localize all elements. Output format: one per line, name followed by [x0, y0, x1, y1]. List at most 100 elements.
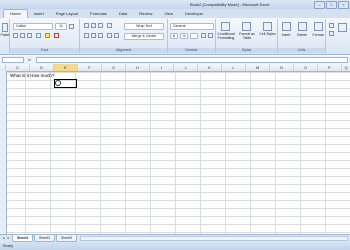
tab-insert[interactable]: Insert: [28, 10, 50, 18]
horizontal-scrollbar[interactable]: [80, 236, 348, 241]
sort-filter-icon[interactable]: [338, 23, 347, 32]
comma-button[interactable]: ,: [190, 33, 198, 39]
font-name-select[interactable]: Calibri: [13, 23, 53, 30]
borders-icon[interactable]: [36, 33, 41, 38]
name-box[interactable]: [2, 57, 24, 63]
column-header-h[interactable]: H: [126, 64, 150, 71]
format-cells-label[interactable]: Format: [310, 33, 326, 37]
font-group: Calibri 11 Font: [10, 19, 80, 53]
delete-cells-label[interactable]: Delete: [294, 33, 310, 37]
column-header-k[interactable]: K: [198, 64, 222, 71]
clipboard-group: Paste: [0, 19, 10, 53]
grow-font-icon[interactable]: [69, 24, 74, 29]
alignment-group-label: Alignment: [80, 48, 167, 53]
formula-input[interactable]: [36, 57, 348, 63]
column-header-o[interactable]: O: [294, 64, 318, 71]
align-bottom-icon[interactable]: [98, 23, 103, 28]
cell-styles-icon[interactable]: [263, 22, 272, 31]
underline-icon[interactable]: [27, 33, 32, 38]
worksheet-grid[interactable]: [0, 64, 350, 234]
merge-center-button[interactable]: Merge & Center: [124, 33, 164, 40]
column-headers: C D E F G H I J K L M N O P Q: [0, 64, 350, 72]
styles-group-label: Styles: [216, 48, 277, 53]
editing-group: [326, 19, 350, 53]
alignment-group: Wrap Text Merge & Center Alignment: [80, 19, 168, 53]
cell-c2[interactable]: What is it How much?: [10, 73, 54, 78]
column-header-g[interactable]: G: [102, 64, 126, 71]
cell-styles-label[interactable]: Cell Styles: [258, 32, 277, 36]
font-group-label: Font: [10, 48, 79, 53]
font-size-select[interactable]: 11: [55, 23, 67, 30]
cells-group-label: Cells: [278, 48, 325, 53]
next-sheet-icon[interactable]: ▸: [6, 236, 11, 241]
ribbon-tabs: Home Insert Page Layout Formulas Data Re…: [0, 9, 350, 18]
align-center-icon[interactable]: [91, 33, 96, 38]
conditional-formatting-label[interactable]: Conditional Formatting: [216, 32, 236, 40]
tab-view[interactable]: View: [158, 10, 179, 18]
close-button[interactable]: ×: [338, 1, 349, 9]
sheet-tab-1[interactable]: Sheet1: [12, 235, 34, 242]
fx-icon[interactable]: fx: [28, 57, 31, 62]
column-header-f[interactable]: F: [78, 64, 102, 71]
format-cells-icon[interactable]: [314, 22, 323, 31]
currency-button[interactable]: $: [170, 33, 178, 39]
column-header-c[interactable]: C: [6, 64, 30, 71]
column-header-n[interactable]: N: [270, 64, 294, 71]
increase-decimal-icon[interactable]: [201, 33, 206, 38]
sheet-tab-2[interactable]: Sheet2: [34, 235, 56, 242]
tab-page-layout[interactable]: Page Layout: [50, 10, 84, 18]
italic-icon[interactable]: [20, 33, 25, 38]
autosum-icon[interactable]: [329, 23, 334, 28]
font-color-icon[interactable]: [54, 33, 59, 38]
ribbon: Paste Calibri 11 Font Wrap Text Merge & …: [0, 18, 350, 55]
percent-button[interactable]: %: [180, 33, 188, 39]
column-header-m[interactable]: M: [246, 64, 270, 71]
tab-formulas[interactable]: Formulas: [84, 10, 113, 18]
format-as-table-icon[interactable]: [242, 22, 251, 31]
styles-group: Conditional Formatting Format as Table C…: [216, 19, 278, 53]
minimize-button[interactable]: –: [314, 1, 325, 9]
sheet-tab-3[interactable]: Sheet3: [56, 235, 78, 242]
window-title: Book2 [Compatibility Mode] - Microsoft E…: [190, 2, 270, 7]
number-format-select[interactable]: General: [170, 23, 214, 30]
title-bar: Book2 [Compatibility Mode] - Microsoft E…: [0, 0, 350, 9]
delete-cells-icon[interactable]: [298, 22, 307, 31]
column-header-i[interactable]: I: [150, 64, 174, 71]
fill-color-icon[interactable]: [45, 33, 50, 38]
tab-data[interactable]: Data: [113, 10, 133, 18]
column-header-j[interactable]: J: [174, 64, 198, 71]
wrap-text-button[interactable]: Wrap Text: [124, 23, 164, 30]
insert-cells-icon[interactable]: [282, 22, 291, 31]
orientation-icon[interactable]: [107, 23, 112, 28]
align-top-icon[interactable]: [84, 23, 89, 28]
column-header-l[interactable]: L: [222, 64, 246, 71]
column-header-d[interactable]: D: [30, 64, 54, 71]
paste-label: Paste: [0, 33, 10, 37]
tab-home[interactable]: Home: [3, 9, 28, 18]
number-group-label: Number: [168, 48, 215, 53]
align-middle-icon[interactable]: [91, 23, 96, 28]
maximize-button[interactable]: □: [326, 1, 337, 9]
fill-icon[interactable]: [329, 31, 334, 36]
insert-cells-label[interactable]: Insert: [278, 33, 294, 37]
column-header-q[interactable]: Q: [342, 64, 350, 71]
number-group: General $ % , Number: [168, 19, 216, 53]
status-bar: Ready: [0, 242, 350, 250]
column-header-p[interactable]: P: [318, 64, 342, 71]
increase-indent-icon[interactable]: [114, 33, 119, 38]
mouse-cursor-icon: [55, 80, 61, 86]
format-as-table-label[interactable]: Format as Table: [237, 32, 257, 40]
align-right-icon[interactable]: [98, 33, 103, 38]
bold-icon[interactable]: [13, 33, 18, 38]
tab-review[interactable]: Review: [133, 10, 158, 18]
column-header-e[interactable]: E: [54, 64, 78, 71]
row-headers[interactable]: [0, 71, 7, 234]
cells-group: Insert Delete Format Cells: [278, 19, 326, 53]
window-controls: – □ ×: [313, 1, 349, 9]
decrease-indent-icon[interactable]: [107, 33, 112, 38]
paste-icon[interactable]: [2, 23, 8, 32]
align-left-icon[interactable]: [84, 33, 89, 38]
conditional-formatting-icon[interactable]: [221, 22, 230, 31]
tab-developer[interactable]: Developer: [179, 10, 209, 18]
decrease-decimal-icon[interactable]: [208, 33, 213, 38]
